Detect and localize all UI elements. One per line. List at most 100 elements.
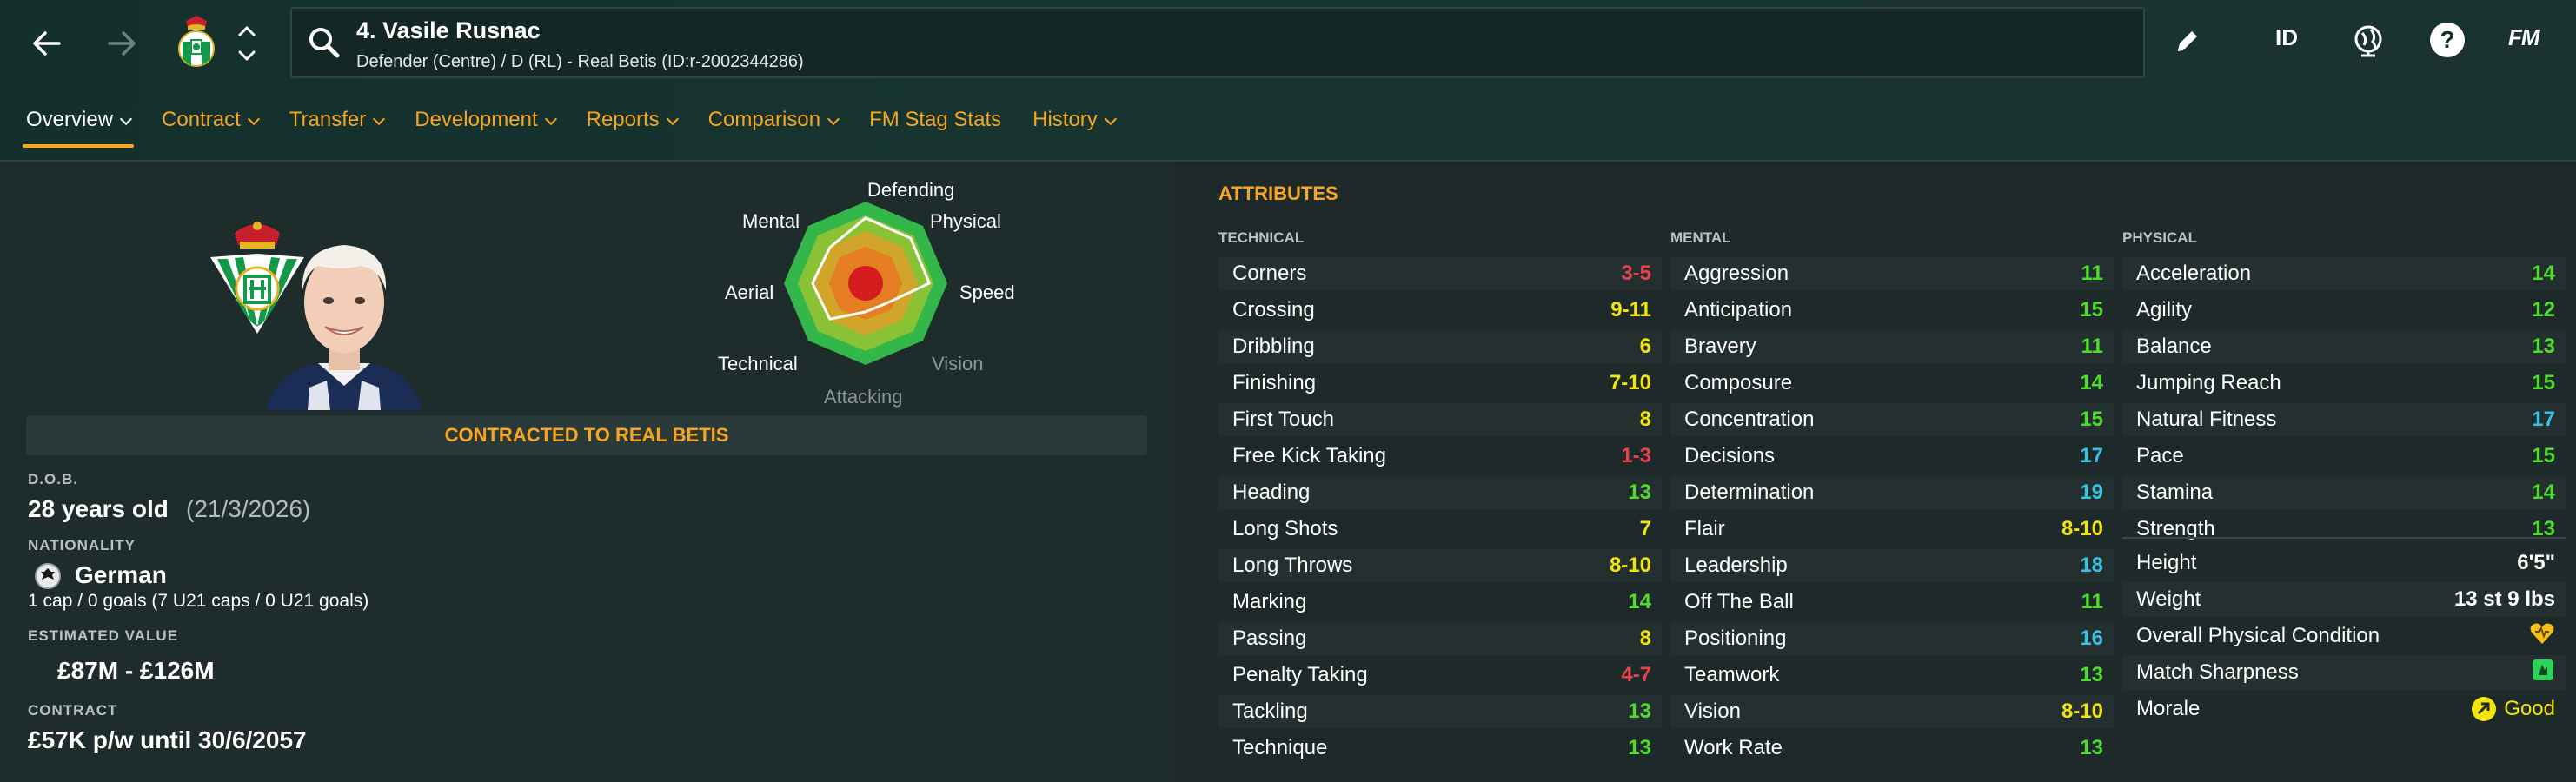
attribute-row-teamwork[interactable]: Teamwork 13	[1670, 659, 2114, 692]
attribute-row-bravery[interactable]: Bravery 11	[1670, 330, 2114, 363]
club-badge-button[interactable]	[170, 16, 222, 71]
help-icon: ?	[2440, 26, 2455, 53]
contract-label: CONTRACT	[28, 702, 118, 719]
attribute-row-free-kick-taking[interactable]: Free Kick Taking 1-3	[1218, 440, 1662, 473]
attribute-value: 19	[2080, 480, 2103, 504]
globe-button[interactable]	[2350, 23, 2387, 59]
morale-value-group: Good	[2471, 696, 2566, 722]
attribute-row-first-touch[interactable]: First Touch 8	[1218, 403, 1662, 436]
fm-menu-button[interactable]: FM	[2508, 24, 2540, 51]
attribute-name: Pace	[2136, 444, 2184, 467]
attribute-row-strength[interactable]: Strength 13	[2122, 513, 2566, 546]
id-button[interactable]: ID	[2275, 24, 2298, 51]
tab-bar: Overview Contract Transfer Development R…	[22, 103, 1146, 148]
attribute-value: 11	[2081, 335, 2103, 358]
morale-row: Morale Good	[2122, 692, 2566, 726]
attribute-row-balance[interactable]: Balance 13	[2122, 330, 2566, 363]
attribute-row-natural-fitness[interactable]: Natural Fitness 17	[2122, 403, 2566, 436]
chevron-down-icon	[1104, 112, 1117, 126]
edit-button[interactable]	[2173, 26, 2208, 61]
attribute-name: Off The Ball	[1684, 590, 1794, 613]
tab-history[interactable]: History	[1032, 103, 1117, 148]
attribute-value: 7-10	[1609, 371, 1651, 394]
tab-overview[interactable]: Overview	[22, 103, 135, 148]
attribute-value: 9-11	[1610, 298, 1651, 321]
tab-reports[interactable]: Reports	[586, 103, 679, 148]
attribute-name: Crossing	[1232, 298, 1315, 321]
player-profile-panel	[5, 162, 1175, 782]
attribute-row-heading[interactable]: Heading 13	[1218, 476, 1662, 509]
attribute-row-jumping-reach[interactable]: Jumping Reach 15	[2122, 367, 2566, 400]
tab-contract[interactable]: Contract	[162, 103, 260, 148]
attribute-row-agility[interactable]: Agility 12	[2122, 294, 2566, 327]
tab-transfer[interactable]: Transfer	[289, 103, 386, 148]
attribute-row-passing[interactable]: Passing 8	[1218, 622, 1662, 655]
attribute-name: Free Kick Taking	[1232, 444, 1386, 467]
attribute-name: Technique	[1232, 736, 1328, 759]
attribute-name: Leadership	[1684, 553, 1788, 577]
attribute-row-work-rate[interactable]: Work Rate 13	[1670, 732, 2114, 765]
attribute-row-vision[interactable]: Vision 8-10	[1670, 695, 2114, 728]
attribute-row-composure[interactable]: Composure 14	[1670, 367, 2114, 400]
attribute-row-anticipation[interactable]: Anticipation 15	[1670, 294, 2114, 327]
player-switch-button[interactable]	[236, 23, 257, 64]
radar-label-aerial: Aerial	[725, 282, 774, 303]
attribute-row-technique[interactable]: Technique 13	[1218, 732, 1662, 765]
attribute-value: 8-10	[1609, 553, 1651, 577]
tab-comparison[interactable]: Comparison	[707, 103, 840, 148]
attribute-row-finishing[interactable]: Finishing 7-10	[1218, 367, 1662, 400]
attribute-row-positioning[interactable]: Positioning 16	[1670, 622, 2114, 655]
attribute-name: Natural Fitness	[2136, 408, 2277, 431]
tab-development[interactable]: Development	[415, 103, 557, 148]
attribute-row-tackling[interactable]: Tackling 13	[1218, 695, 1662, 728]
attribute-name: Positioning	[1684, 626, 1787, 650]
attribute-row-penalty-taking[interactable]: Penalty Taking 4-7	[1218, 659, 1662, 692]
attribute-name: Flair	[1684, 517, 1725, 540]
attribute-value: 14	[2532, 480, 2555, 504]
weight-value: 13 st 9 lbs	[2453, 587, 2555, 611]
attribute-row-pace[interactable]: Pace 15	[2122, 440, 2566, 473]
tab-label: Reports	[586, 108, 660, 131]
attribute-row-dribbling[interactable]: Dribbling 6	[1218, 330, 1662, 363]
radar-label-vision: Vision	[932, 353, 984, 374]
globe-icon	[2354, 25, 2382, 57]
attribute-value: 1-3	[1621, 444, 1651, 467]
attribute-value: 8	[1639, 408, 1651, 431]
attribute-row-long-shots[interactable]: Long Shots 7	[1218, 513, 1662, 546]
attribute-value: 13	[2080, 736, 2103, 759]
attribute-row-acceleration[interactable]: Acceleration 14	[2122, 257, 2566, 290]
radar-center	[848, 266, 883, 301]
attribute-row-crossing[interactable]: Crossing 9-11	[1218, 294, 1662, 327]
tab-label: Overview	[26, 108, 114, 131]
back-button[interactable]	[19, 16, 75, 71]
attribute-value: 8	[1639, 626, 1651, 650]
tab-fm-stag-stats[interactable]: FM Stag Stats	[869, 103, 1001, 148]
estimated-value: £87M - £126M	[57, 657, 215, 684]
help-button[interactable]: ?	[2430, 23, 2465, 57]
attribute-value: 14	[2080, 371, 2103, 394]
attribute-row-decisions[interactable]: Decisions 17	[1670, 440, 2114, 473]
attribute-row-leadership[interactable]: Leadership 18	[1670, 549, 2114, 582]
tab-label: Comparison	[707, 108, 821, 131]
nationality-value: German	[75, 561, 167, 588]
attribute-row-marking[interactable]: Marking 14	[1218, 586, 1662, 619]
attribute-row-aggression[interactable]: Aggression 11	[1670, 257, 2114, 290]
id-icon: ID	[2275, 24, 2298, 50]
attribute-row-concentration[interactable]: Concentration 15	[1670, 403, 2114, 436]
dob-label: D.O.B.	[28, 471, 78, 487]
attribute-row-flair[interactable]: Flair 8-10	[1670, 513, 2114, 546]
player-search-box[interactable]: 4. Vasile Rusnac Defender (Centre) / D (…	[290, 7, 2145, 78]
attribute-row-corners[interactable]: Corners 3-5	[1218, 257, 1662, 290]
attribute-row-long-throws[interactable]: Long Throws 8-10	[1218, 549, 1662, 582]
attribute-name: Vision	[1684, 699, 1741, 723]
attribute-row-off-the-ball[interactable]: Off The Ball 11	[1670, 586, 2114, 619]
attribute-value: 13	[2532, 335, 2555, 358]
forward-button[interactable]	[94, 16, 149, 71]
caps-text: 1 cap / 0 goals (7 U21 caps / 0 U21 goal…	[28, 591, 369, 611]
tab-label: FM Stag Stats	[869, 108, 1002, 131]
attribute-value: 17	[2532, 408, 2555, 431]
attribute-name: Work Rate	[1684, 736, 1783, 759]
search-icon	[309, 28, 340, 58]
attribute-row-stamina[interactable]: Stamina 14	[2122, 476, 2566, 509]
attribute-row-determination[interactable]: Determination 19	[1670, 476, 2114, 509]
